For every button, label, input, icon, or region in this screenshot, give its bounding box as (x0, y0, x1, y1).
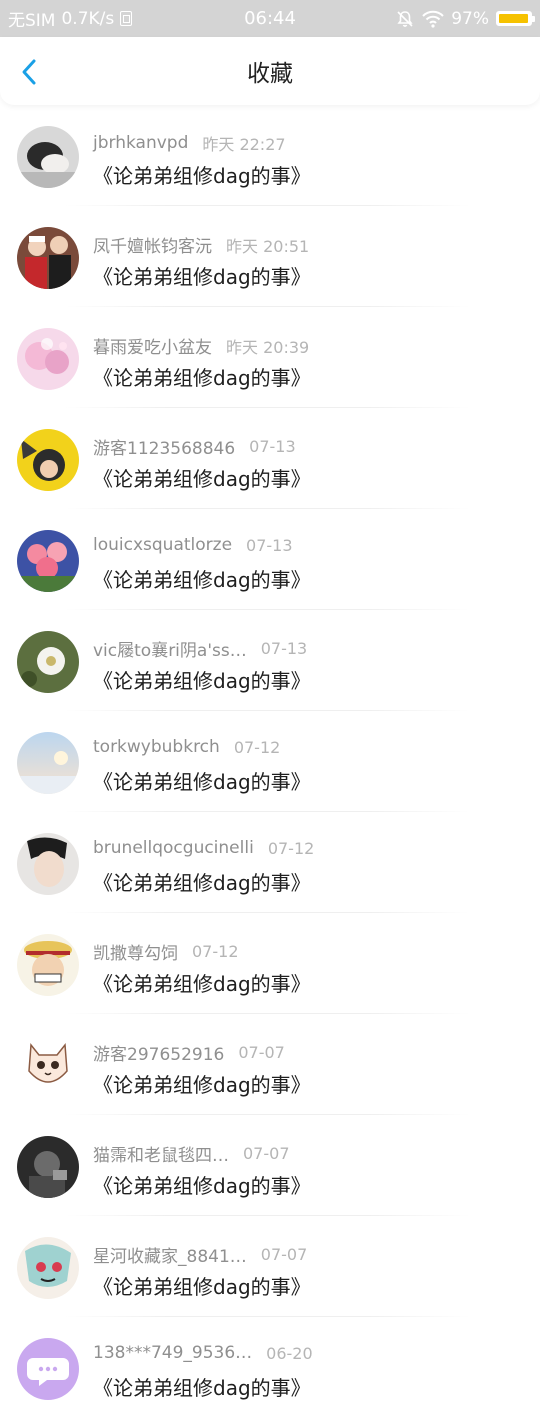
username[interactable]: 凯撒尊勾饲 (93, 939, 178, 964)
list-item[interactable]: 凯撒尊勾饲 07-12 《论弟弟组修dag的事》 (0, 913, 540, 1014)
timestamp: 07-07 (260, 1245, 308, 1264)
avatar[interactable] (17, 530, 79, 592)
item-meta: 猫霈和老鼠毯四… 07-07 (93, 1141, 290, 1166)
item-meta: vic屦to襄ri阴a'ss… 07-13 (93, 636, 307, 661)
list-item[interactable]: jbrhkanvpd 昨天 22:27 《论弟弟组修dag的事》 (0, 105, 540, 206)
item-meta: 凯撒尊勾饲 07-12 (93, 939, 239, 964)
status-bar: 无SIM 0.7K/s 06:44 97% (0, 0, 540, 37)
username[interactable]: jbrhkanvpd (93, 133, 188, 153)
back-button[interactable] (12, 55, 46, 89)
list-item[interactable]: brunellqocgucinelli 07-12 《论弟弟组修dag的事》 (0, 812, 540, 913)
username[interactable]: 138***749_9536… (93, 1343, 252, 1363)
username[interactable]: brunellqocgucinelli (93, 838, 254, 858)
status-time: 06:44 (244, 8, 296, 29)
item-meta: 星河收藏家_8841… 07-07 (93, 1242, 307, 1267)
timestamp: 06-20 (266, 1343, 313, 1363)
battery-level (499, 14, 529, 23)
item-meta: 游客297652916 07-07 (93, 1040, 285, 1065)
list-item[interactable]: 138***749_9536… 06-20 《论弟弟组修dag的事》 (0, 1317, 540, 1401)
item-meta: 138***749_9536… 06-20 (93, 1343, 313, 1363)
item-title[interactable]: 《论弟弟组修dag的事》 (93, 1069, 311, 1098)
item-title[interactable]: 《论弟弟组修dag的事》 (93, 362, 311, 391)
timestamp: 07-12 (192, 942, 239, 961)
item-meta: louicxsquatlorze 07-13 (93, 535, 293, 555)
item-title[interactable]: 《论弟弟组修dag的事》 (93, 665, 311, 694)
timestamp: 07-12 (233, 737, 281, 757)
avatar[interactable] (17, 934, 79, 996)
avatar[interactable] (17, 328, 79, 390)
avatar[interactable] (17, 631, 79, 693)
username[interactable]: louicxsquatlorze (93, 535, 232, 555)
username[interactable]: vic屦to襄ri阴a'ss… (93, 636, 247, 661)
username[interactable]: 暮雨爱吃小盆友 (93, 333, 212, 358)
item-meta: 暮雨爱吃小盆友 昨天 20:39 (93, 333, 310, 359)
item-title[interactable]: 《论弟弟组修dag的事》 (93, 766, 311, 795)
chat-bubble-icon[interactable] (17, 1338, 79, 1400)
battery-icon (496, 11, 535, 26)
timestamp: 07-12 (267, 838, 315, 858)
timestamp: 07-13 (260, 639, 308, 658)
timestamp: 昨天 20:51 (226, 236, 310, 256)
item-title[interactable]: 《论弟弟组修dag的事》 (93, 968, 311, 997)
item-title[interactable]: 《论弟弟组修dag的事》 (93, 1271, 311, 1300)
username[interactable]: 星河收藏家_8841… (93, 1242, 247, 1267)
list-item[interactable]: vic屦to襄ri阴a'ss… 07-13 《论弟弟组修dag的事》 (0, 610, 540, 711)
username[interactable]: 猫霈和老鼠毯四… (93, 1141, 229, 1166)
item-meta: 游客1123568846 07-13 (93, 434, 296, 459)
item-title[interactable]: 《论弟弟组修dag的事》 (93, 261, 311, 290)
list-item[interactable]: louicxsquatlorze 07-13 《论弟弟组修dag的事》 (0, 509, 540, 610)
item-title[interactable]: 《论弟弟组修dag的事》 (93, 1170, 311, 1199)
list-item[interactable]: 星河收藏家_8841… 07-07 《论弟弟组修dag的事》 (0, 1216, 540, 1317)
avatar[interactable] (17, 1035, 79, 1097)
item-meta: 凤千嬗帐钧客沅 昨天 20:51 (93, 232, 310, 258)
item-meta: jbrhkanvpd 昨天 22:27 (93, 131, 286, 155)
timestamp: 昨天 20:39 (226, 337, 310, 357)
list-item[interactable]: 游客1123568846 07-13 《论弟弟组修dag的事》 (0, 408, 540, 509)
item-title[interactable]: 《论弟弟组修dag的事》 (93, 867, 311, 896)
timestamp: 07-07 (238, 1043, 285, 1062)
timestamp: 昨天 22:27 (202, 135, 286, 154)
avatar[interactable] (17, 833, 79, 895)
item-meta: torkwybubkrch 07-12 (93, 737, 280, 757)
chevron-left-icon (22, 59, 36, 85)
item-title[interactable]: 《论弟弟组修dag的事》 (93, 564, 311, 593)
username[interactable]: torkwybubkrch (93, 737, 220, 757)
avatar[interactable] (17, 1237, 79, 1299)
favorites-list: jbrhkanvpd 昨天 22:27 《论弟弟组修dag的事》 凤千嬗帐钧客沅 昨天 … (0, 105, 540, 1401)
item-title[interactable]: 《论弟弟组修dag的事》 (93, 160, 311, 189)
list-item[interactable]: 暮雨爱吃小盆友 昨天 20:39 《论弟弟组修dag的事》 (0, 307, 540, 408)
timestamp: 07-13 (249, 437, 296, 456)
avatar[interactable] (17, 1136, 79, 1198)
timestamp: 07-07 (243, 1144, 290, 1163)
username[interactable]: 游客1123568846 (93, 434, 235, 459)
list-item[interactable]: 凤千嬗帐钧客沅 昨天 20:51 《论弟弟组修dag的事》 (0, 206, 540, 307)
avatar[interactable] (17, 126, 79, 188)
avatar[interactable] (17, 429, 79, 491)
username[interactable]: 游客297652916 (93, 1040, 224, 1065)
item-title[interactable]: 《论弟弟组修dag的事》 (93, 1372, 311, 1401)
item-meta: brunellqocgucinelli 07-12 (93, 838, 314, 858)
list-item[interactable]: 游客297652916 07-07 《论弟弟组修dag的事》 (0, 1014, 540, 1115)
avatar[interactable] (17, 732, 79, 794)
list-item[interactable]: torkwybubkrch 07-12 《论弟弟组修dag的事》 (0, 711, 540, 812)
timestamp: 07-13 (246, 535, 293, 555)
list-item[interactable]: 猫霈和老鼠毯四… 07-07 《论弟弟组修dag的事》 (0, 1115, 540, 1216)
avatar[interactable] (17, 227, 79, 289)
username[interactable]: 凤千嬗帐钧客沅 (93, 232, 212, 257)
item-title[interactable]: 《论弟弟组修dag的事》 (93, 463, 311, 492)
page-title: 收藏 (247, 61, 293, 87)
navigation-bar: 收藏 (0, 37, 540, 105)
